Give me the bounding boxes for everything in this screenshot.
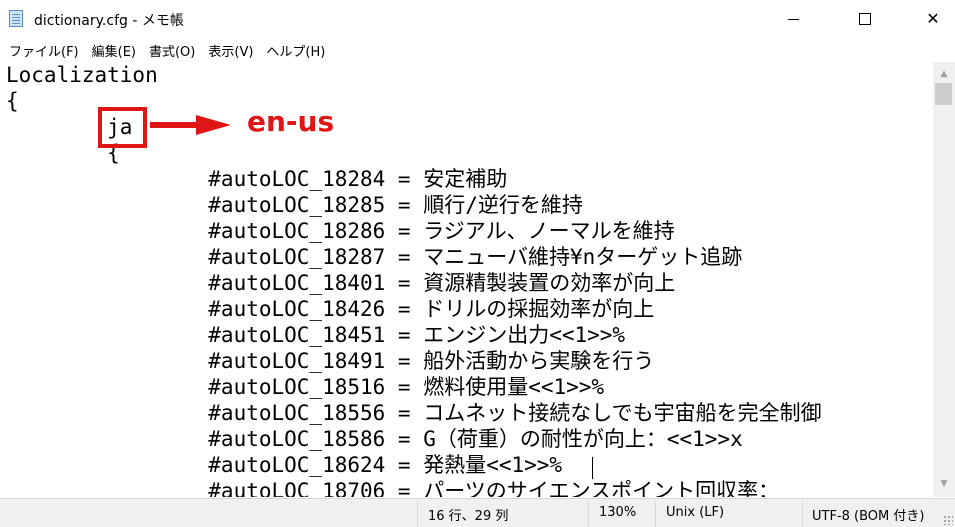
menu-view[interactable]: 表示(V)	[203, 41, 258, 60]
code-line: #autoLOC_18285 = 順行/逆行を維持	[6, 193, 583, 217]
status-separator	[417, 501, 418, 527]
code-line: #autoLOC_18426 = ドリルの採掘効率が向上	[6, 297, 655, 321]
status-separator	[802, 501, 803, 527]
scroll-thumb[interactable]	[935, 83, 952, 105]
code-line: #autoLOC_18284 = 安定補助	[6, 167, 508, 191]
window-title: dictionary.cfg - メモ帳	[34, 13, 184, 29]
notepad-icon	[9, 10, 23, 27]
close-button[interactable]: ✕	[910, 0, 955, 38]
status-separator	[588, 501, 589, 527]
annotation-arrow	[150, 122, 200, 128]
minimize-icon	[787, 18, 799, 20]
scroll-down-icon[interactable]: ▼	[933, 474, 955, 494]
resize-grip-icon[interactable]	[943, 515, 953, 525]
scroll-up-icon[interactable]: ▲	[933, 64, 955, 84]
code-line: #autoLOC_18624 = 発熱量<<1>>%	[6, 453, 563, 477]
code-line: #autoLOC_18451 = エンジン出力<<1>>%	[6, 323, 626, 347]
menu-file[interactable]: ファイル(F)	[4, 41, 84, 60]
status-zoom: 130%	[599, 505, 637, 520]
title-bar: dictionary.cfg - メモ帳 ✕	[0, 0, 955, 39]
minimize-button[interactable]	[770, 0, 816, 38]
code-line: #autoLOC_18287 = マニューバ維持¥nターゲット追跡	[6, 245, 743, 269]
annotation-label: en-us	[247, 105, 335, 138]
close-icon: ✕	[926, 9, 940, 28]
status-cursor-position: 16 行、29 列	[428, 509, 509, 524]
vertical-scrollbar[interactable]: ▲ ▼	[933, 62, 955, 497]
status-line-ending: Unix (LF)	[666, 505, 725, 520]
menu-help[interactable]: ヘルプ(H)	[261, 41, 330, 60]
status-separator	[655, 501, 656, 527]
code-line: #autoLOC_18491 = 船外活動から実験を行う	[6, 349, 655, 373]
code-line: #autoLOC_18401 = 資源精製装置の効率が向上	[6, 271, 676, 295]
menu-bar: ファイル(F) 編集(E) 書式(O) 表示(V) ヘルプ(H)	[0, 38, 955, 62]
annotation-highlight-box	[98, 107, 147, 148]
code-line: #autoLOC_18556 = コムネット接続なしでも宇宙船を完全制御	[6, 401, 822, 425]
maximize-icon	[859, 13, 871, 25]
status-encoding: UTF-8 (BOM 付き)	[812, 509, 925, 524]
code-line: #autoLOC_18706 = パーツのサイエンスポイント回収率：	[6, 479, 780, 497]
code-line: {	[6, 89, 19, 113]
status-bar: 16 行、29 列 130% Unix (LF) UTF-8 (BOM 付き)	[0, 498, 955, 527]
menu-format[interactable]: 書式(O)	[144, 41, 200, 60]
maximize-button[interactable]	[842, 0, 888, 38]
text-caret	[592, 457, 593, 479]
code-line: #autoLOC_18516 = 燃料使用量<<1>>%	[6, 375, 605, 399]
code-line: #autoLOC_18586 = G（荷重）の耐性が向上：<<1>>x	[6, 427, 743, 451]
code-line: #autoLOC_18286 = ラジアル、ノーマルを維持	[6, 219, 675, 243]
arrow-right-icon	[196, 115, 231, 135]
code-line: Localization	[6, 63, 158, 87]
menu-edit[interactable]: 編集(E)	[87, 41, 141, 60]
